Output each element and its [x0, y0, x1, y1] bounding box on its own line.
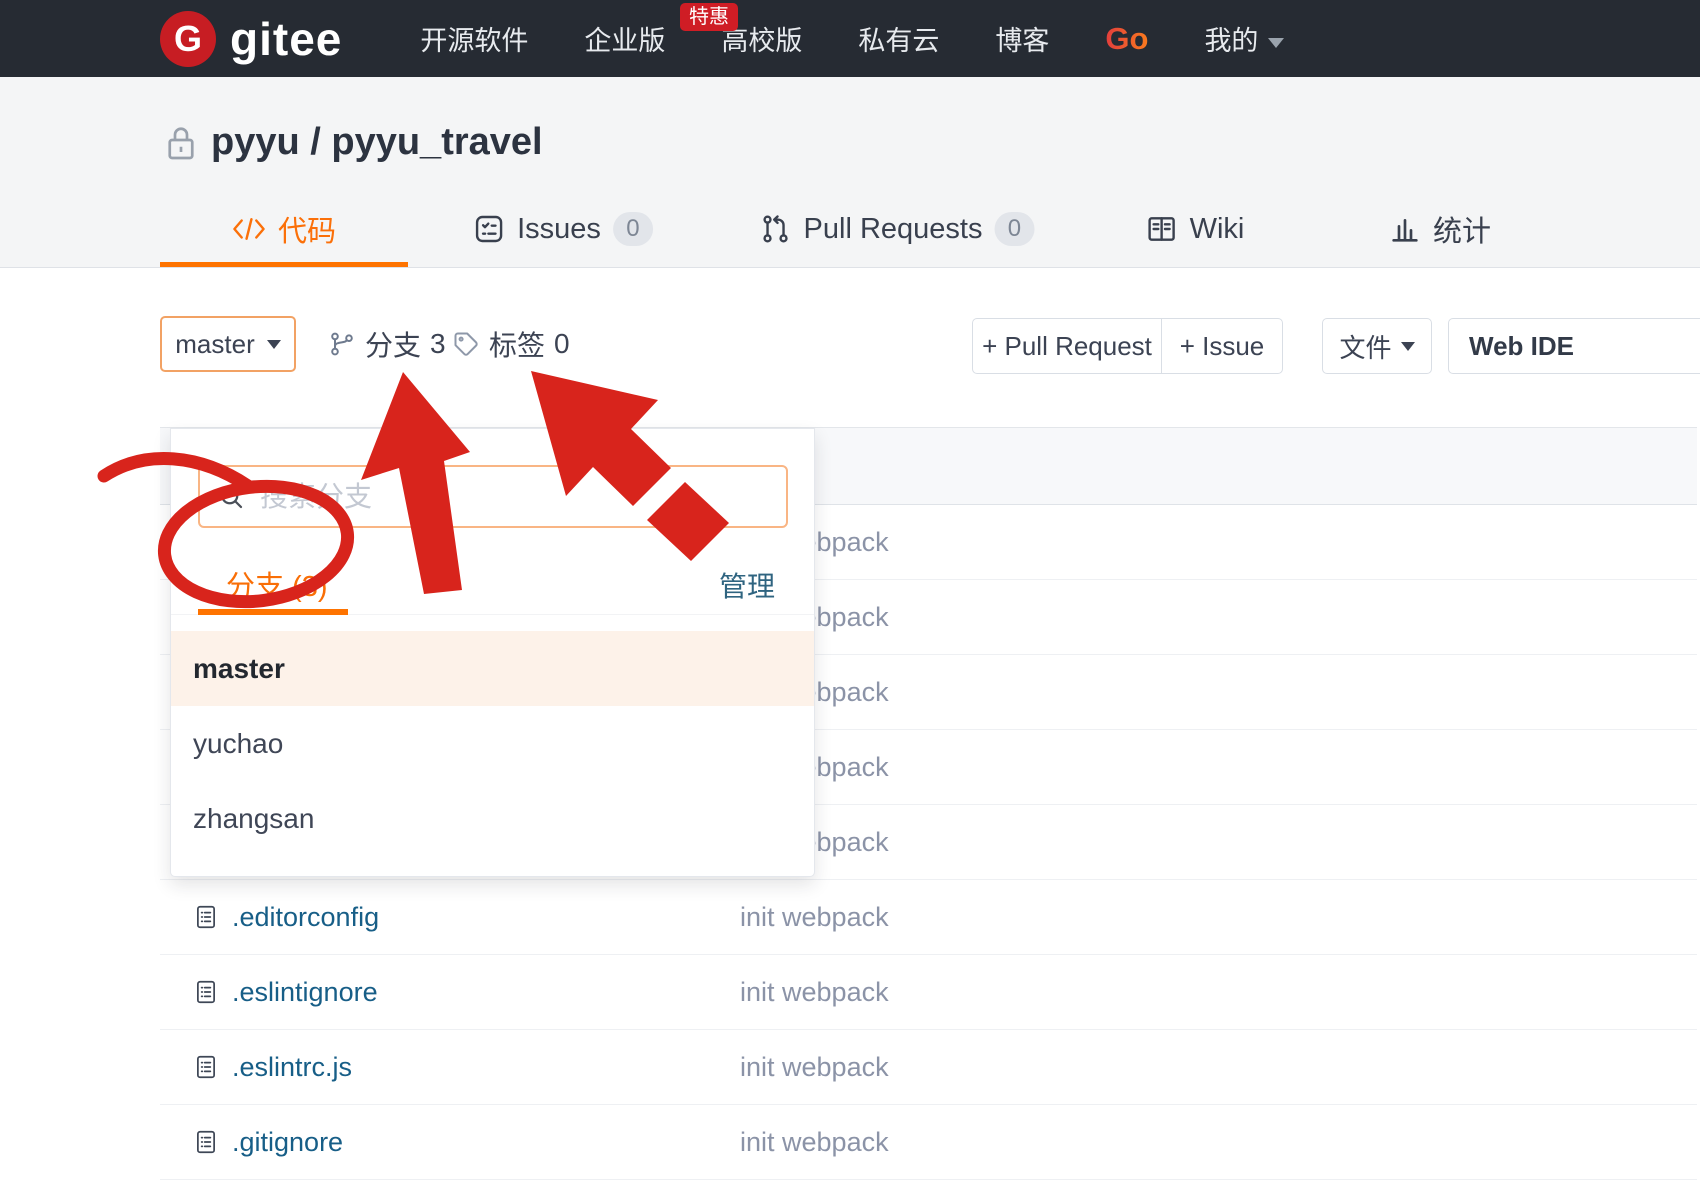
brand-name[interactable]: gitee: [230, 12, 342, 66]
table-row[interactable]: .eslintrc.js init webpack: [160, 1030, 1697, 1105]
file-icon: [193, 978, 219, 1006]
commit-message-link[interactable]: init webpack: [740, 977, 889, 1008]
nav-menu: 开源软件 企业版 高校版 私有云 博客 Go 我的: [420, 19, 1284, 58]
commit-message-link[interactable]: init webpack: [740, 902, 889, 933]
nav-item-enterprise[interactable]: 企业版: [584, 19, 665, 58]
active-tab-indicator: [160, 262, 408, 267]
branches-label: 分支: [365, 324, 421, 364]
branch-option-yuchao[interactable]: yuchao: [171, 706, 814, 781]
branch-list: master yuchao zhangsan: [171, 631, 814, 856]
pr-issue-button-group: + Pull Request + Issue: [972, 318, 1283, 374]
manage-branches-link[interactable]: 管理: [719, 565, 775, 605]
tags-label: 标签: [489, 324, 545, 364]
pull-requests-count-badge: 0: [994, 212, 1034, 246]
file-name-link[interactable]: .eslintignore: [232, 977, 378, 1008]
bar-chart-icon: [1389, 213, 1421, 245]
web-ide-button[interactable]: Web IDE: [1448, 318, 1700, 374]
chevron-down-icon: [1268, 38, 1284, 48]
lock-icon: [163, 123, 199, 163]
table-row[interactable]: .eslintignore init webpack: [160, 955, 1697, 1030]
wiki-icon: [1146, 213, 1178, 245]
nav-item-my[interactable]: 我的: [1204, 19, 1284, 58]
branch-selector-button[interactable]: master: [160, 316, 296, 372]
promo-badge: 特惠: [680, 3, 738, 31]
branches-tab[interactable]: 分支 (3): [226, 563, 328, 605]
tab-code[interactable]: 代码: [232, 201, 336, 257]
dropdown-tab-row: 分支 (3) 管理: [171, 557, 814, 615]
branch-icon: [328, 330, 356, 358]
chevron-down-icon: [1401, 342, 1415, 351]
repo-title-row: pyyu / pyyu_travel: [163, 121, 543, 164]
new-issue-button[interactable]: + Issue: [1161, 318, 1283, 374]
gitee-logo-icon[interactable]: G: [160, 11, 216, 67]
issues-count-badge: 0: [613, 212, 653, 246]
nav-item-opensource[interactable]: 开源软件: [420, 19, 528, 58]
code-icon: [232, 216, 266, 242]
table-row[interactable]: .gitignore init webpack: [160, 1105, 1697, 1180]
top-navbar: G gitee 开源软件 企业版 高校版 私有云 博客 Go 我的 特惠: [0, 0, 1700, 77]
new-pull-request-button[interactable]: + Pull Request: [972, 318, 1162, 374]
file-name-link[interactable]: .editorconfig: [232, 902, 379, 933]
dropdown-active-tab-indicator: [198, 609, 348, 615]
file-icon: [193, 1128, 219, 1156]
branch-search-input[interactable]: [260, 481, 786, 513]
tab-pull-requests-label: Pull Requests: [804, 213, 983, 246]
nav-item-my-label: 我的: [1204, 26, 1258, 56]
file-icon: [193, 1053, 219, 1081]
issues-icon: [473, 213, 505, 245]
page-title: pyyu / pyyu_travel: [211, 121, 543, 164]
repo-header: pyyu / pyyu_travel 代码 Issues 0 Pull Requ…: [0, 77, 1700, 268]
commit-message-link[interactable]: init webpack: [740, 1127, 889, 1158]
branches-count: 3: [430, 328, 446, 360]
chevron-down-icon: [267, 340, 281, 349]
tag-icon: [452, 330, 480, 358]
tags-count: 0: [554, 328, 570, 360]
branch-selector-label: master: [175, 329, 254, 360]
tab-code-label: 代码: [278, 208, 336, 250]
nav-item-private-cloud[interactable]: 私有云: [858, 19, 939, 58]
tab-issues[interactable]: Issues 0: [473, 201, 653, 257]
tab-wiki-label: Wiki: [1190, 213, 1245, 246]
tags-stat[interactable]: 标签 0: [452, 316, 570, 372]
tab-wiki[interactable]: Wiki: [1146, 201, 1245, 257]
file-name-link[interactable]: .eslintrc.js: [232, 1052, 352, 1083]
branches-stat[interactable]: 分支 3: [328, 316, 446, 372]
branch-option-master[interactable]: master: [171, 631, 814, 706]
nav-item-go[interactable]: Go: [1105, 21, 1148, 57]
tab-issues-label: Issues: [517, 213, 601, 246]
file-name-link[interactable]: .gitignore: [232, 1127, 343, 1158]
branch-search-box[interactable]: [198, 465, 788, 528]
file-menu-label: 文件: [1339, 328, 1391, 365]
branch-option-zhangsan[interactable]: zhangsan: [171, 781, 814, 856]
tab-statistics[interactable]: 统计: [1389, 201, 1491, 257]
nav-item-blog[interactable]: 博客: [995, 19, 1049, 58]
file-menu-button[interactable]: 文件: [1322, 318, 1432, 374]
table-row[interactable]: .editorconfig init webpack: [160, 880, 1697, 955]
commit-message-link[interactable]: init webpack: [740, 1052, 889, 1083]
tab-statistics-label: 统计: [1433, 208, 1491, 250]
search-icon: [216, 482, 246, 512]
branch-dropdown-panel: 分支 (3) 管理 master yuchao zhangsan: [170, 428, 815, 877]
file-icon: [193, 903, 219, 931]
pull-request-icon: [760, 213, 792, 245]
tab-pull-requests[interactable]: Pull Requests 0: [760, 201, 1035, 257]
